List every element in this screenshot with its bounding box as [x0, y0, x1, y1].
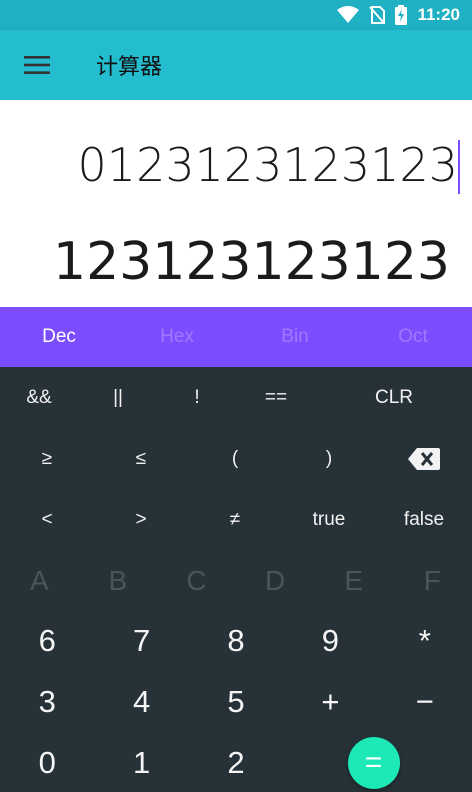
gte-button[interactable]: ≥ [0, 428, 94, 489]
tab-hex[interactable]: Hex [118, 307, 236, 367]
text-cursor [458, 140, 460, 194]
hex-keys: A B C D E F [0, 552, 472, 610]
plus-button[interactable]: + [283, 671, 377, 732]
display-panel: 0123123123123 123123123123 [0, 100, 472, 307]
digit-6-button[interactable]: 6 [0, 610, 94, 671]
app-bar: 计算器 [0, 30, 472, 100]
digit-7-button[interactable]: 7 [94, 610, 188, 671]
close-paren-button[interactable]: ) [282, 428, 376, 489]
false-button[interactable]: false [376, 489, 472, 550]
lt-button[interactable]: < [0, 489, 94, 550]
gt-button[interactable]: > [94, 489, 188, 550]
result-display: 123123123123 [52, 232, 450, 292]
status-time: 11:20 [417, 5, 460, 24]
hex-key-f: F [423, 565, 441, 596]
no-sim-icon [369, 6, 386, 24]
page-title: 计算器 [96, 55, 163, 80]
hex-key-a: A [29, 565, 49, 596]
backspace-icon[interactable] [376, 428, 472, 489]
battery-charging-icon [395, 5, 408, 25]
number-pad: 6 7 8 9 * 3 4 5 + − 0 1 2 = [0, 610, 472, 792]
wifi-icon [337, 6, 360, 24]
clear-button[interactable]: CLR [316, 367, 472, 428]
base-tabs: Dec Hex Bin Oct [0, 307, 472, 367]
neq-button[interactable]: ≠ [188, 489, 282, 550]
digit-0-button[interactable]: 0 [0, 732, 94, 792]
equals-slot: = [347, 732, 472, 792]
equals-compare-button[interactable]: == [236, 367, 316, 428]
open-paren-button[interactable]: ( [188, 428, 282, 489]
hex-key-c: C [186, 565, 207, 596]
or-button[interactable]: || [78, 367, 158, 428]
hex-key-b: B [108, 565, 128, 596]
digit-2-button[interactable]: 2 [189, 732, 283, 792]
minus-button[interactable]: − [378, 671, 472, 732]
digit-1-button[interactable]: 1 [94, 732, 188, 792]
multiply-button[interactable]: * [378, 610, 472, 671]
true-button[interactable]: true [282, 489, 376, 550]
digit-4-button[interactable]: 4 [94, 671, 188, 732]
hex-key-d: D [264, 565, 286, 596]
expression-input[interactable]: 0123123123123 [78, 138, 458, 192]
digit-8-button[interactable]: 8 [189, 610, 283, 671]
operator-pad: && || ! == CLR ≥ ≤ ( ) < > ≠ true false [0, 367, 472, 552]
tab-dec[interactable]: Dec [0, 307, 118, 367]
tab-oct[interactable]: Oct [354, 307, 472, 367]
hex-key-e: E [344, 565, 364, 596]
equals-button[interactable]: = [347, 736, 400, 789]
digit-5-button[interactable]: 5 [189, 671, 283, 732]
digit-9-button[interactable]: 9 [283, 610, 377, 671]
tab-bin[interactable]: Bin [236, 307, 354, 367]
digit-3-button[interactable]: 3 [0, 671, 94, 732]
status-bar: 11:20 [0, 0, 472, 30]
and-button[interactable]: && [0, 367, 78, 428]
not-button[interactable]: ! [158, 367, 236, 428]
lte-button[interactable]: ≤ [94, 428, 188, 489]
hamburger-menu-icon[interactable] [0, 30, 74, 100]
